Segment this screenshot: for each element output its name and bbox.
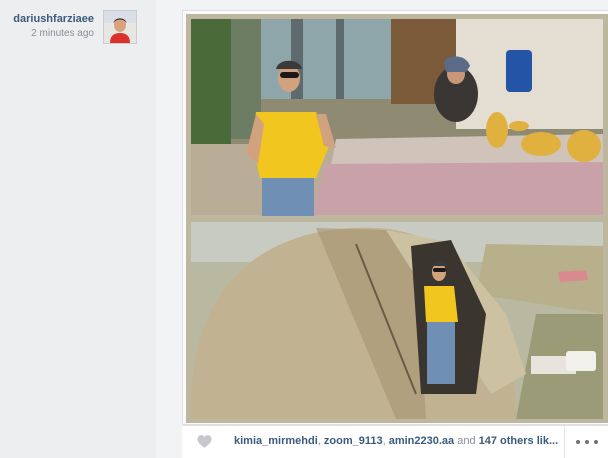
likes-and-text: and xyxy=(457,435,476,447)
post-username[interactable]: dariushfarziaee xyxy=(13,13,94,25)
photo-bottom-panel xyxy=(190,222,603,419)
photo-top-panel xyxy=(191,19,603,216)
heart-icon[interactable] xyxy=(196,433,213,450)
avatar[interactable] xyxy=(103,10,137,44)
like-user-link[interactable]: amin2230.aa xyxy=(389,435,454,447)
like-user-link[interactable]: kimia_mirmehdi xyxy=(234,435,318,447)
likes-summary: kimia_mirmehdi, zoom_9113, amin2230.aa a… xyxy=(234,435,564,447)
like-user-link[interactable]: zoom_9113 xyxy=(324,435,383,447)
post-meta-column: dariushfarziaee 2 minutes ago xyxy=(0,0,156,458)
post-photo[interactable] xyxy=(186,14,608,423)
likes-others-count[interactable]: 147 others lik... xyxy=(479,435,558,447)
post-timestamp[interactable]: 2 minutes ago xyxy=(31,28,94,39)
more-dot xyxy=(585,440,589,444)
more-dot xyxy=(594,440,598,444)
more-options-icon[interactable] xyxy=(564,425,608,458)
more-dot xyxy=(576,440,580,444)
